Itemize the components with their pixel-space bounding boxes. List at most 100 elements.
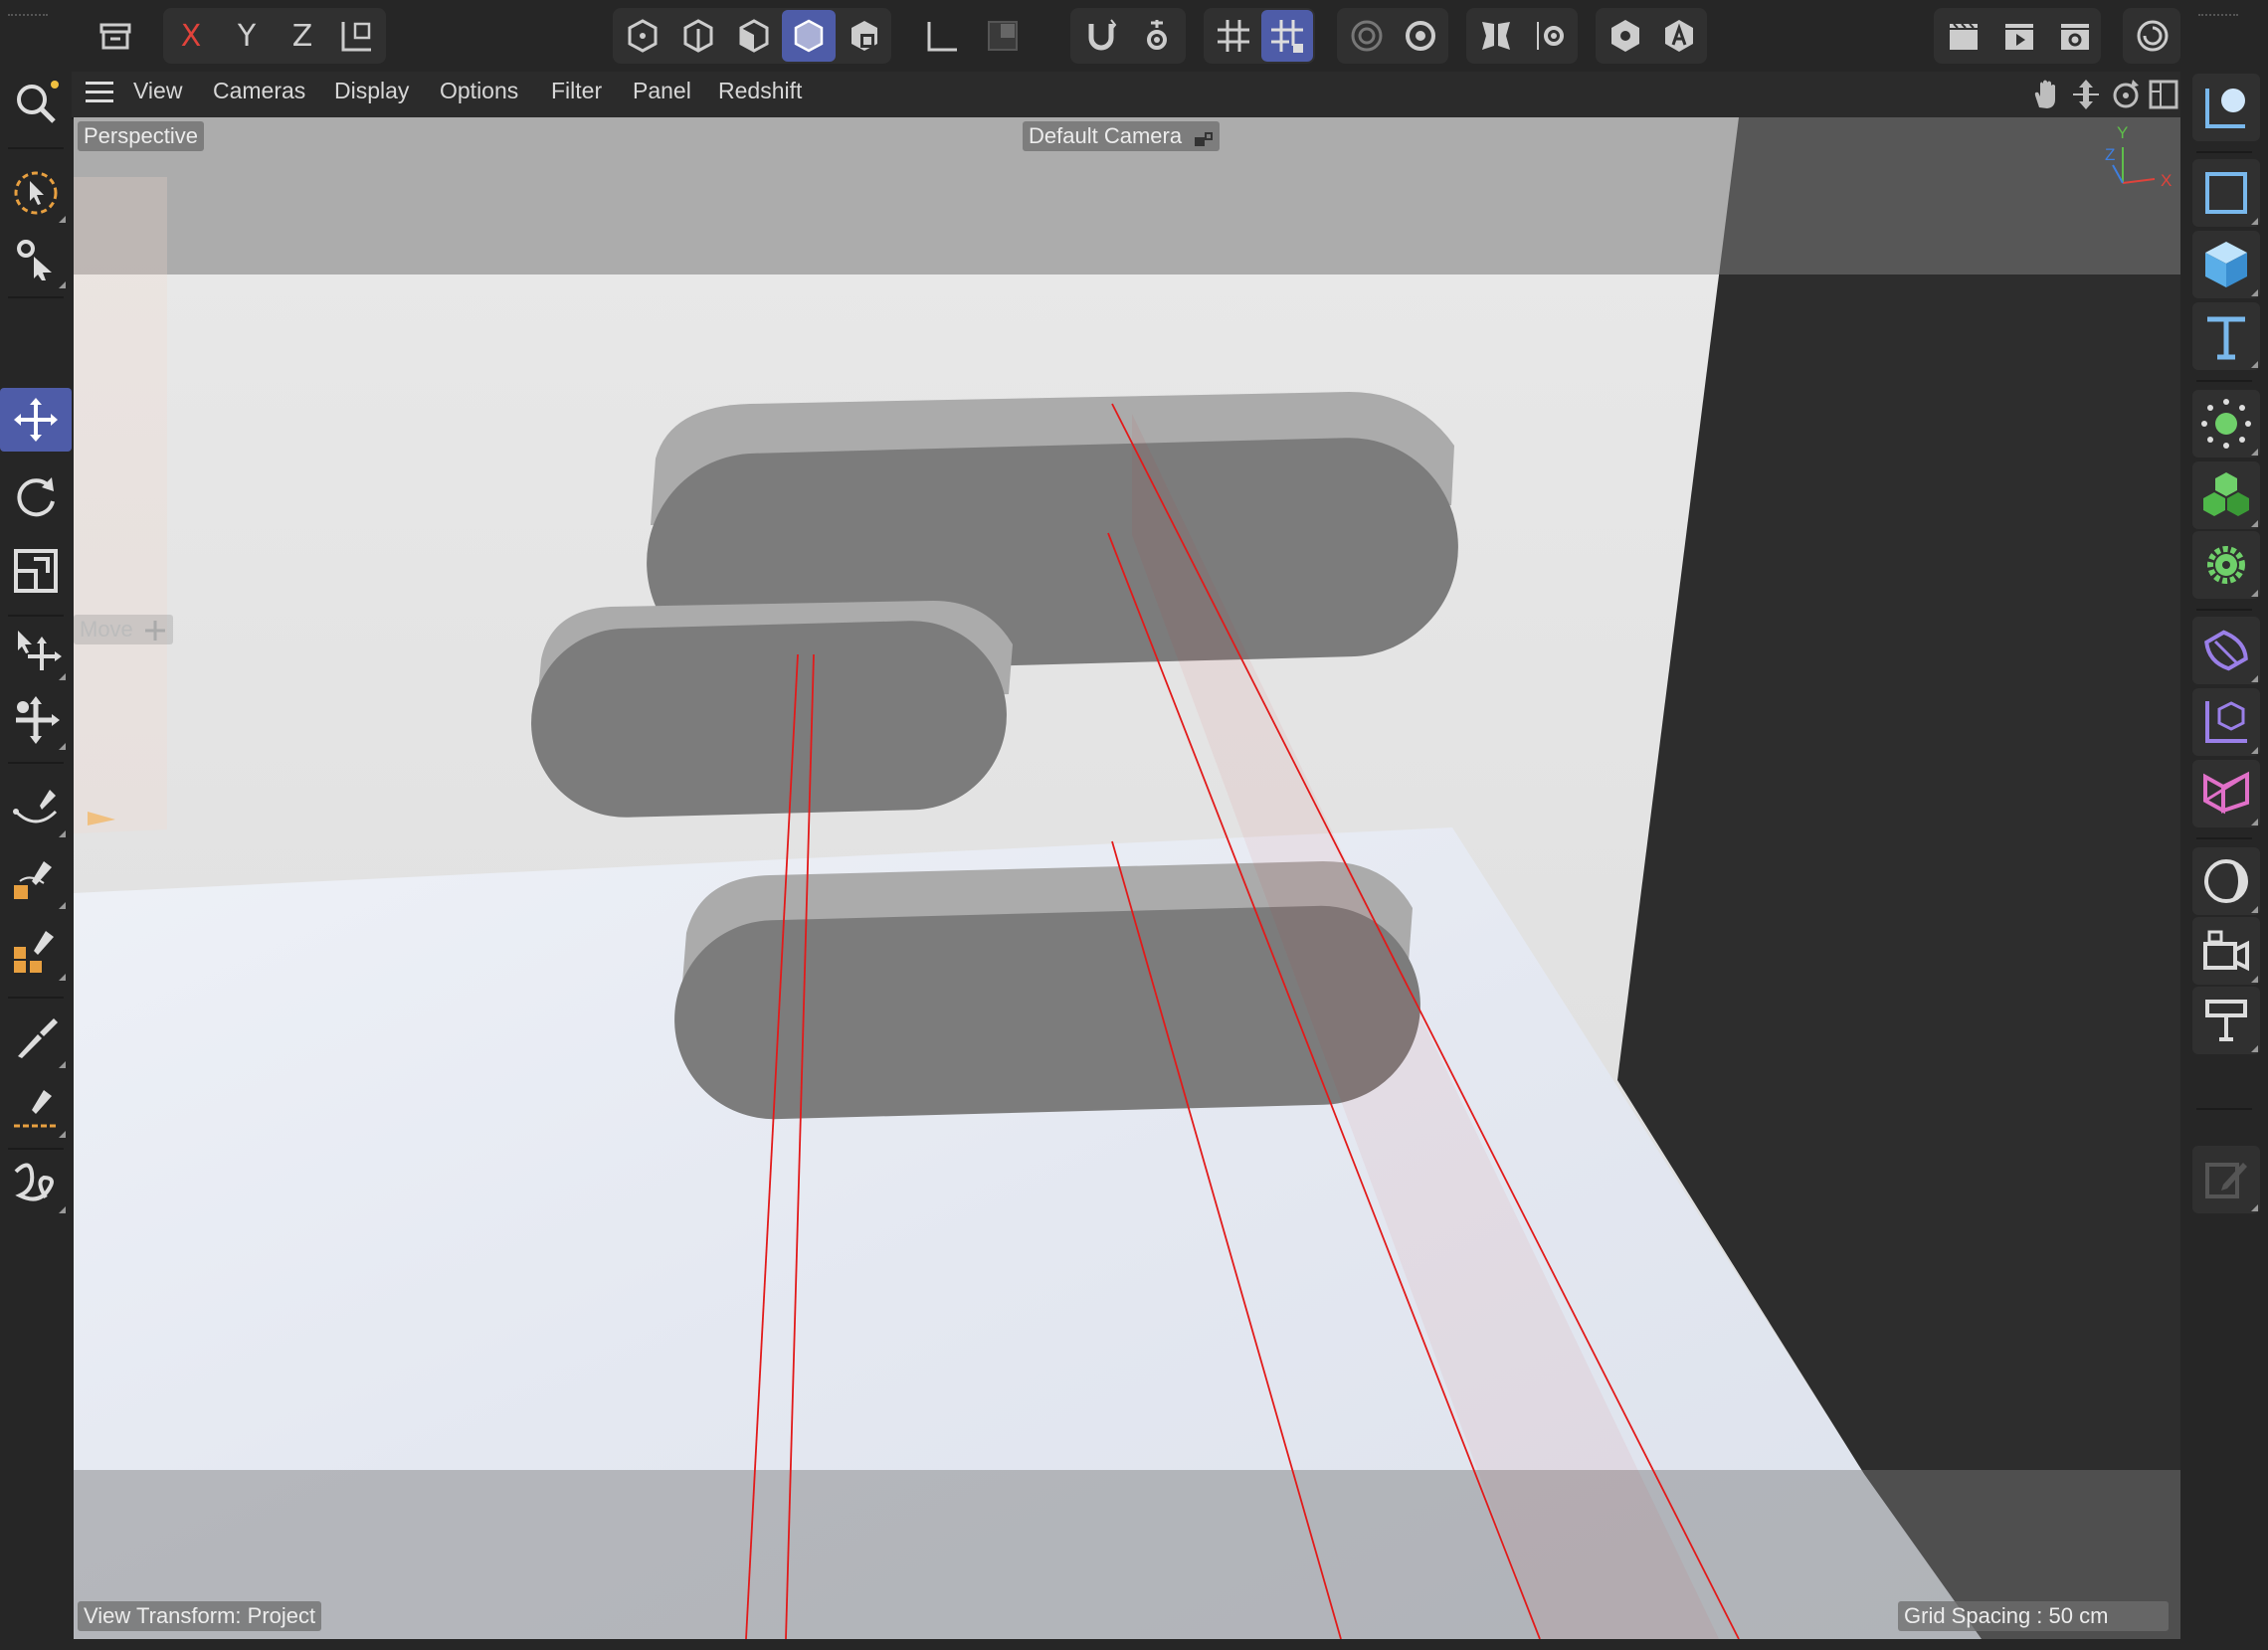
text-icon [2207,316,2245,360]
archive-icon [99,23,131,50]
maximize-view-icon[interactable] [2147,78,2180,111]
capsule-object-left [531,601,1013,818]
render-settings-button[interactable] [2049,10,2101,62]
orbit-icon[interactable] [2109,78,2143,111]
pan-hand-icon[interactable] [2029,78,2063,111]
camera-object-button[interactable] [2192,74,2260,141]
search-button[interactable] [4,72,68,135]
grid-lock-button[interactable] [1261,10,1313,62]
display-mode-button[interactable] [1600,10,1651,62]
gear-icon [1406,21,1435,51]
clapper-play-icon [2005,24,2033,50]
brush-tool[interactable] [4,1007,68,1070]
separator [8,1148,64,1150]
x-axis-lock-button[interactable]: X [167,10,215,62]
null-object-button[interactable] [2192,390,2260,458]
auto-key-button[interactable] [1653,10,1705,62]
edges-mode-icon [683,19,713,53]
z-axis-lock-button[interactable]: Z [279,10,326,62]
cube-object-button[interactable] [2192,231,2260,298]
camera-button[interactable] [2192,917,2260,985]
3d-viewport[interactable]: Perspective Default Camera Move Y X Z Vi… [74,117,2180,1639]
render-view-button[interactable] [1938,10,1989,62]
spline-pen-tool[interactable] [4,776,68,839]
separator [2196,1108,2252,1110]
clapper-icon [1950,23,1978,50]
spline-arrange-tool[interactable] [4,919,68,983]
edges-mode-button[interactable] [672,10,724,62]
field-object-button[interactable] [2192,688,2260,756]
cloner-object-button[interactable] [2192,461,2260,529]
environment-object-button[interactable] [2192,847,2260,915]
scale-tool[interactable] [4,539,68,603]
separator [2196,380,2252,382]
menu-redshift[interactable]: Redshift [718,78,802,104]
move-icon [14,398,58,442]
active-tool-hud: Move [74,615,173,644]
separator [2196,151,2252,153]
uv-mode-button[interactable] [840,10,889,62]
viewport-menu-hamburger[interactable] [86,82,113,105]
floor-object-button[interactable] [2192,987,2260,1054]
points-mode-button[interactable] [617,10,668,62]
y-axis-lock-button[interactable]: Y [223,10,271,62]
live-selection-icon [14,171,58,215]
layout-switch-button[interactable] [2127,10,2178,62]
left-toolbar [0,72,72,1650]
multi-move-tool[interactable] [4,688,68,752]
text-object-button[interactable] [2192,302,2260,370]
spline-object-button[interactable] [2192,159,2260,227]
undo-view-button[interactable] [88,10,143,62]
axis-gizmo: Y X Z [2089,123,2178,203]
move-hud-icon [144,621,165,641]
deformer-object-button[interactable] [2192,617,2260,684]
symmetry-settings-button[interactable] [1524,10,1576,62]
rotate-tool[interactable] [4,465,68,529]
snap-settings-button[interactable] [1130,10,1184,62]
live-selection-tool[interactable] [4,161,68,225]
gizmo-y-label: Y [2117,123,2129,142]
spline-pen-box-icon [14,861,52,899]
viewport-solo-button[interactable] [1341,10,1393,62]
edit-button[interactable] [2192,1146,2260,1213]
symmetry-button[interactable] [1470,10,1522,62]
brush-icon [18,1018,58,1058]
generator-object-button[interactable] [2192,531,2260,599]
floor-icon [2205,1000,2247,1041]
model-mode-button[interactable] [782,10,836,62]
menu-view[interactable]: View [133,78,182,104]
move-tool[interactable] [0,388,72,452]
solo-button[interactable] [975,10,1031,62]
spline-primitive-tool[interactable] [4,847,68,911]
camera-name-label[interactable]: Default Camera [1023,121,1221,151]
viewport-settings-button[interactable] [1395,10,1446,62]
gear-generator-icon [2207,546,2245,584]
volume-object-button[interactable] [2192,760,2260,827]
bottom-safe-frame [74,1470,2180,1639]
magnet-button[interactable] [1074,10,1128,62]
menu-panel[interactable]: Panel [633,78,691,104]
render-to-viewer-button[interactable] [1993,10,2045,62]
cloner-icon [2203,472,2249,516]
menu-display[interactable]: Display [334,78,409,104]
sketch-tool[interactable] [4,1152,68,1215]
polygons-mode-button[interactable] [728,10,780,62]
left-light-gradient [74,177,167,833]
menu-filter[interactable]: Filter [551,78,602,104]
view-name-label[interactable]: Perspective [78,121,204,151]
uv-mode-icon [851,21,877,51]
axis-mode-button[interactable] [911,10,971,62]
separator [2196,837,2252,839]
transfer-tool[interactable] [4,619,68,682]
workplane-grid-button[interactable] [1208,10,1259,62]
coordinate-system-button[interactable] [332,10,382,62]
model-mode-icon [794,19,824,53]
dolly-icon[interactable] [2069,78,2103,111]
panel-grip-right[interactable] [2198,14,2238,20]
menu-options[interactable]: Options [440,78,518,104]
spline-smooth-tool[interactable] [4,1076,68,1140]
panel-grip[interactable] [8,14,48,20]
selection-settings-tool[interactable] [4,227,68,290]
menu-cameras[interactable]: Cameras [213,78,305,104]
separator [8,147,64,149]
